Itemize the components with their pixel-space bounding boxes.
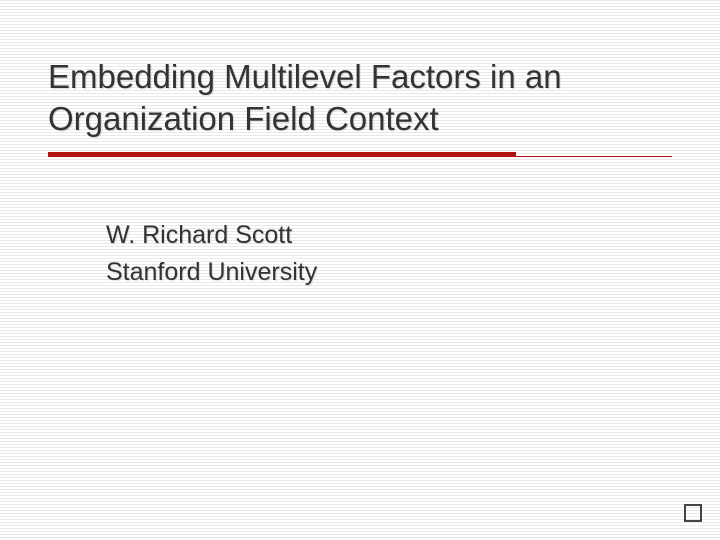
slide-title: Embedding Multilevel Factors in an Organ…	[48, 56, 672, 140]
title-underline	[48, 152, 672, 157]
slide-content: Embedding Multilevel Factors in an Organ…	[0, 0, 720, 290]
slide-body: W. Richard Scott Stanford University	[48, 217, 672, 290]
author-affiliation: Stanford University	[106, 254, 672, 290]
corner-marker-icon	[684, 504, 702, 522]
author-name: W. Richard Scott	[106, 217, 672, 253]
rule-thin	[48, 156, 672, 157]
